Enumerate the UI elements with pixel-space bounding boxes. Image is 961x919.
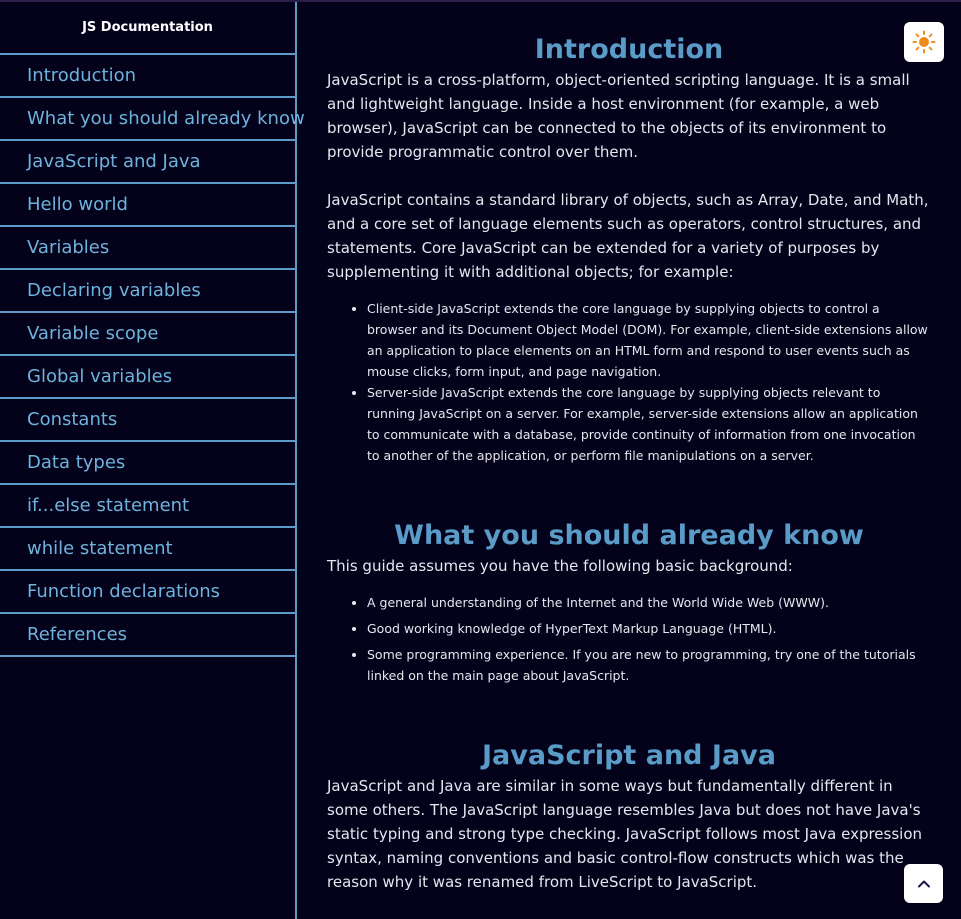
nav-list: Introduction What you should already kno… (0, 55, 305, 657)
sidebar-item-javascript-and-java[interactable]: JavaScript and Java (0, 141, 295, 184)
sidebar-item-constants[interactable]: Constants (0, 399, 295, 442)
section-title-introduction: Introduction (534, 34, 724, 65)
list-item: Good working knowledge of HyperText Mark… (367, 618, 931, 639)
sidebar-item-if-else-statement[interactable]: if...else statement (0, 485, 295, 528)
list-item: Client-side JavaScript extends the core … (367, 298, 931, 382)
sidebar-item-function-declarations[interactable]: Function declarations (0, 571, 295, 614)
sidebar-item-introduction[interactable]: Introduction (0, 55, 295, 98)
know-bullet-list: A general understanding of the Internet … (327, 592, 931, 686)
chevron-up-icon (916, 876, 932, 892)
sidebar-title: JS Documentation (0, 2, 295, 55)
theme-toggle-button[interactable] (904, 22, 944, 62)
sidebar-item-while-statement[interactable]: while statement (0, 528, 295, 571)
sidebar-item-hello-world[interactable]: Hello world (0, 184, 295, 227)
content-body: Introduction JavaScript is a cross-platf… (297, 2, 961, 894)
sidebar-item-variable-scope[interactable]: Variable scope (0, 313, 295, 356)
intro-bullet-list: Client-side JavaScript extends the core … (327, 298, 931, 466)
section-title-what-you-should-already-know: What you should already know (394, 520, 864, 551)
main-content: Introduction JavaScript is a cross-platf… (297, 2, 961, 919)
know-paragraph-1: This guide assumes you have the followin… (327, 557, 793, 575)
sidebar-item-what-you-should-already-know[interactable]: What you should already know (0, 98, 305, 141)
intro-paragraph-2: JavaScript contains a standard library o… (327, 191, 929, 281)
list-item: Some programming experience. If you are … (367, 644, 931, 686)
section-what-you-should-already-know: What you should already know This guide … (327, 466, 931, 686)
sidebar-item-data-types[interactable]: Data types (0, 442, 295, 485)
list-item: A general understanding of the Internet … (367, 592, 931, 613)
intro-paragraph-1: JavaScript is a cross-platform, object-o… (327, 71, 910, 161)
sidebar-item-declaring-variables[interactable]: Declaring variables (0, 270, 295, 313)
section-javascript-and-java: JavaScript and Java JavaScript and Java … (327, 686, 931, 894)
section-title-javascript-and-java: JavaScript and Java (482, 740, 776, 771)
sun-icon (912, 30, 936, 54)
sidebar-item-variables[interactable]: Variables (0, 227, 295, 270)
sidebar-item-global-variables[interactable]: Global variables (0, 356, 295, 399)
scroll-to-top-button[interactable] (904, 864, 943, 903)
sidebar-item-references[interactable]: References (0, 614, 295, 657)
sidebar-nav: JS Documentation Introduction What you s… (0, 2, 305, 919)
section-introduction: Introduction JavaScript is a cross-platf… (327, 2, 931, 466)
list-item: Server-side JavaScript extends the core … (367, 382, 931, 466)
java-paragraph-1: JavaScript and Java are similar in some … (327, 777, 923, 891)
